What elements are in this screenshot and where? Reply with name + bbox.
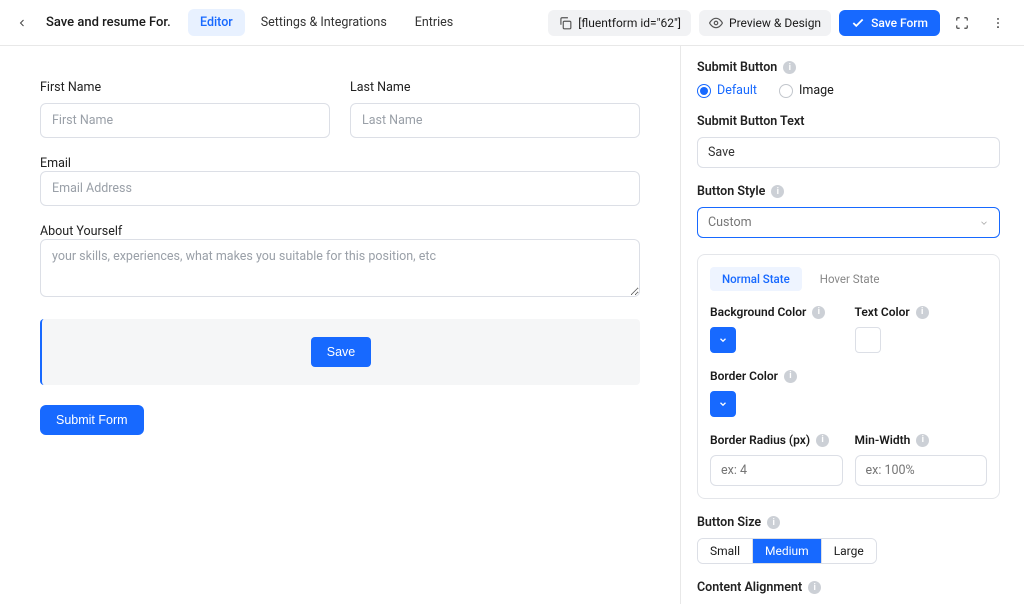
copy-icon (558, 16, 572, 30)
border-radius-input[interactable] (710, 455, 843, 486)
size-small[interactable]: Small (698, 539, 753, 563)
radio-icon (779, 84, 793, 98)
chevron-left-icon (16, 17, 28, 29)
info-icon[interactable]: i (784, 370, 797, 383)
info-icon[interactable]: i (767, 516, 780, 529)
min-width-input[interactable] (855, 455, 988, 486)
shortcode-text: [fluentform id="62"] (578, 16, 681, 30)
save-form-button[interactable]: Save Form (839, 10, 940, 36)
save-form-label: Save Form (871, 16, 928, 30)
border-color-label: Border Color (710, 369, 778, 383)
form-title-edit[interactable]: Save and resume For... (40, 15, 170, 30)
shortcode-button[interactable]: [fluentform id="62"] (548, 10, 691, 36)
tab-hover-state[interactable]: Hover State (808, 267, 892, 291)
content-align-label: Content Alignment (697, 580, 802, 595)
submit-button-text-label: Submit Button Text (697, 114, 804, 129)
email-input[interactable] (40, 171, 640, 206)
chevron-down-icon (979, 218, 989, 228)
email-label: Email (40, 156, 71, 171)
min-width-label: Min-Width (855, 433, 911, 447)
submit-button-text-input[interactable] (697, 137, 1000, 168)
submit-button-heading: Submit Button (697, 60, 777, 75)
fullscreen-icon (955, 16, 969, 30)
border-color-swatch[interactable] (710, 391, 736, 417)
size-large[interactable]: Large (822, 539, 876, 563)
kebab-menu[interactable] (984, 9, 1012, 37)
tab-normal-state[interactable]: Normal State (710, 267, 802, 291)
button-style-select[interactable]: Custom (697, 207, 1000, 238)
bg-color-label: Background Color (710, 305, 806, 319)
form-title: Save and resume For... (46, 15, 170, 30)
chevron-down-icon (718, 335, 728, 345)
border-radius-label: Border Radius (px) (710, 433, 810, 447)
radio-image-label: Image (799, 83, 834, 98)
info-icon[interactable]: i (916, 434, 929, 447)
size-medium[interactable]: Medium (753, 539, 822, 563)
text-color-label: Text Color (855, 305, 910, 319)
radio-image[interactable]: Image (779, 83, 834, 98)
button-size-label: Button Size (697, 515, 761, 530)
first-name-input[interactable] (40, 103, 330, 138)
about-label: About Yourself (40, 224, 122, 239)
info-icon[interactable]: i (812, 306, 825, 319)
first-name-label: First Name (40, 80, 330, 95)
info-icon[interactable]: i (771, 185, 784, 198)
radio-default-label: Default (717, 83, 757, 98)
fullscreen-button[interactable] (948, 9, 976, 37)
tab-editor[interactable]: Editor (188, 9, 245, 36)
last-name-label: Last Name (350, 80, 640, 95)
back-button[interactable] (8, 9, 36, 37)
preview-button[interactable]: Preview & Design (699, 10, 831, 36)
info-icon[interactable]: i (783, 61, 796, 74)
save-progress-button[interactable]: Save (311, 337, 372, 367)
last-name-input[interactable] (350, 103, 640, 138)
button-style-label: Button Style (697, 184, 765, 199)
dots-vertical-icon (991, 16, 1005, 30)
save-button-row[interactable]: Save (40, 319, 640, 385)
chevron-down-icon (718, 399, 728, 409)
radio-icon (697, 84, 711, 98)
text-color-swatch[interactable] (855, 327, 881, 353)
about-textarea[interactable] (40, 239, 640, 297)
radio-default[interactable]: Default (697, 83, 757, 98)
info-icon[interactable]: i (816, 434, 829, 447)
check-icon (851, 16, 865, 30)
bg-color-swatch[interactable] (710, 327, 736, 353)
preview-label: Preview & Design (729, 16, 821, 30)
info-icon[interactable]: i (808, 581, 821, 594)
button-style-value: Custom (708, 215, 752, 230)
submit-form-button[interactable]: Submit Form (40, 405, 144, 435)
info-icon[interactable]: i (916, 306, 929, 319)
tab-settings[interactable]: Settings & Integrations (249, 9, 399, 36)
tab-entries[interactable]: Entries (403, 9, 465, 36)
eye-icon (709, 16, 723, 30)
